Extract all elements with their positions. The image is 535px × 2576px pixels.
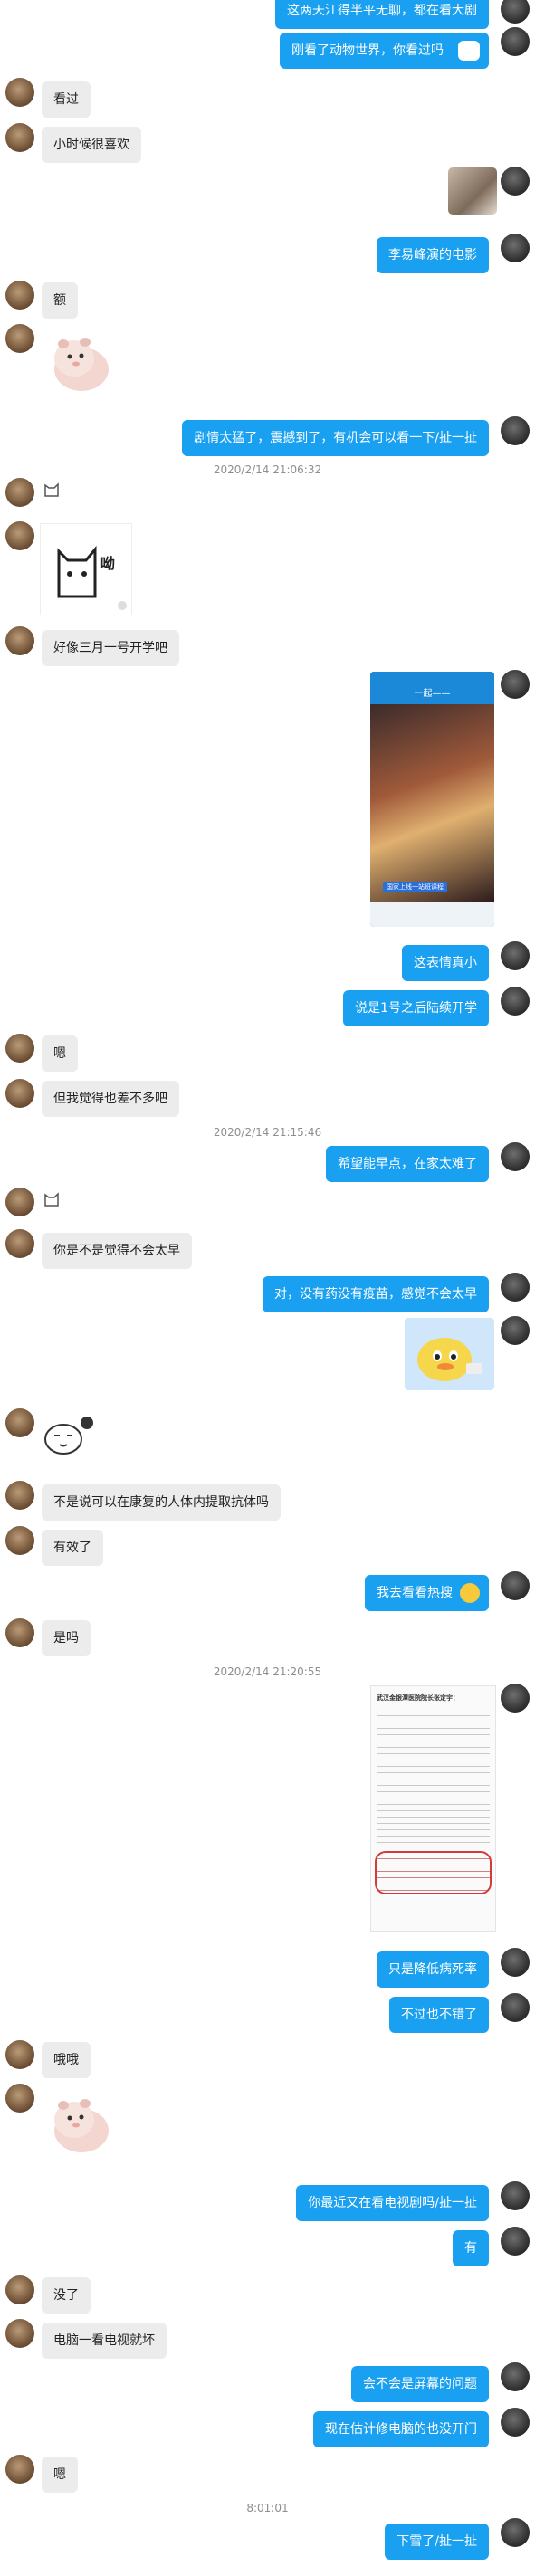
avatar-friend[interactable]: [5, 1188, 34, 1216]
avatar-self[interactable]: [501, 1571, 530, 1600]
avatar-self[interactable]: [501, 2518, 530, 2547]
face-sticker[interactable]: [42, 1410, 96, 1461]
avatar-friend[interactable]: [5, 2040, 34, 2069]
avatar-friend[interactable]: [5, 521, 34, 550]
avatar-friend[interactable]: [5, 78, 34, 107]
news-highlight: [375, 1851, 492, 1894]
avatar-friend[interactable]: [5, 626, 34, 655]
avatar-friend[interactable]: [5, 1034, 34, 1063]
message-bubble[interactable]: 嗯: [42, 1035, 78, 1072]
message-bubble[interactable]: 哦哦: [42, 2042, 91, 2078]
message-bubble[interactable]: 额: [42, 282, 78, 319]
avatar-self[interactable]: [501, 0, 530, 24]
message-bubble[interactable]: 会不会是屏幕的问题: [351, 2366, 489, 2402]
avatar-friend[interactable]: [5, 1079, 34, 1108]
avatar-self[interactable]: [501, 1993, 530, 2022]
screenshot-input-bar: [370, 902, 494, 927]
message-bubble[interactable]: 有: [453, 2230, 489, 2266]
smile-emoji-icon: [460, 1583, 480, 1603]
message-bubble[interactable]: 我去看看热搜: [365, 1575, 489, 1611]
avatar-self[interactable]: [501, 2362, 530, 2391]
hamster-sticker[interactable]: [40, 324, 118, 402]
news-screenshot[interactable]: 武汉金银潭医院院长张定宇：: [370, 1685, 496, 1932]
message-bubble[interactable]: 不是说可以在康复的人体内提取抗体吗: [42, 1484, 281, 1521]
avatar-self[interactable]: [501, 1684, 530, 1713]
avatar-friend[interactable]: [5, 478, 34, 507]
message-bubble[interactable]: 现在估计修电脑的也没开门: [313, 2411, 489, 2447]
phone-screenshot[interactable]: 一起—— 国家上线一站班课程: [370, 672, 494, 927]
avatar-friend[interactable]: [5, 1526, 34, 1555]
sticker-text: 呦: [100, 555, 116, 572]
cat-sticker[interactable]: 呦: [40, 523, 132, 615]
photo-thumbnail[interactable]: [448, 167, 497, 215]
message-bubble[interactable]: 对，没有药没有疫苗，感觉不会太早: [263, 1276, 489, 1312]
timestamp: 2020/2/14 21:06:32: [213, 463, 322, 476]
avatar-self[interactable]: [501, 670, 530, 699]
message-bubble[interactable]: 你最近又在看电视剧吗/扯一扯: [296, 2185, 489, 2221]
avatar-self[interactable]: [501, 987, 530, 1016]
message-bubble[interactable]: 下雪了/扯一扯: [385, 2524, 489, 2560]
avatar-self[interactable]: [501, 2408, 530, 2437]
avatar-self[interactable]: [501, 2181, 530, 2210]
avatar-self[interactable]: [501, 1142, 530, 1171]
avatar-self[interactable]: [501, 167, 530, 196]
message-bubble[interactable]: 电脑一看电视就坏: [42, 2323, 167, 2359]
timestamp: 2020/2/14 21:20:55: [213, 1665, 322, 1678]
screenshot-caption: 国家上线一站班课程: [383, 882, 447, 892]
message-bubble[interactable]: 你是不是觉得不会太早: [42, 1233, 192, 1269]
screenshot-illustration: [370, 704, 494, 902]
avatar-friend[interactable]: [5, 1229, 34, 1258]
message-bubble[interactable]: 希望能早点，在家太难了: [326, 1146, 489, 1182]
avatar-friend[interactable]: [5, 324, 34, 353]
avatar-friend[interactable]: [5, 2084, 34, 2113]
avatar-friend[interactable]: [5, 1408, 34, 1437]
avatar-self[interactable]: [501, 2227, 530, 2256]
avatar-friend[interactable]: [5, 281, 34, 310]
avatar-friend[interactable]: [5, 123, 34, 152]
small-cat-sticker[interactable]: [42, 480, 62, 500]
screenshot-status-bar: [370, 672, 494, 684]
message-bubble[interactable]: 只是降低病死率: [377, 1951, 489, 1988]
duck-sticker[interactable]: [405, 1318, 494, 1390]
avatar-friend[interactable]: [5, 2455, 34, 2484]
message-bubble[interactable]: 嗯: [42, 2457, 78, 2493]
message-bubble[interactable]: 看过: [42, 81, 91, 118]
avatar-self[interactable]: [501, 941, 530, 970]
message-bubble[interactable]: 但我觉得也差不多吧: [42, 1081, 179, 1117]
avatar-friend[interactable]: [5, 1618, 34, 1647]
avatar-self[interactable]: [501, 1273, 530, 1302]
avatar-self[interactable]: [501, 27, 530, 56]
avatar-self[interactable]: [501, 1948, 530, 1977]
avatar-friend[interactable]: [5, 2319, 34, 2348]
message-bubble[interactable]: 这两天江得半平无聊，都在看大剧: [275, 0, 489, 29]
hamster-sticker[interactable]: [40, 2085, 118, 2163]
message-bubble[interactable]: 刚看了动物世界，你看过吗: [280, 33, 489, 69]
message-bubble[interactable]: 有效了: [42, 1530, 103, 1566]
news-body: [377, 1710, 490, 1846]
avatar-self[interactable]: [501, 416, 530, 445]
message-bubble[interactable]: 这表情真小: [402, 945, 489, 981]
message-bubble[interactable]: 说是1号之后陆续开学: [343, 990, 489, 1026]
message-bubble[interactable]: 李易峰演的电影: [377, 237, 489, 273]
avatar-friend[interactable]: [5, 1481, 34, 1510]
cat-emoji-icon: [458, 41, 480, 61]
avatar-friend[interactable]: [5, 2275, 34, 2304]
message-bubble[interactable]: 是吗: [42, 1620, 91, 1656]
timestamp: 8:01:01: [246, 2502, 289, 2514]
message-text: 我去看看热搜: [377, 1586, 453, 1600]
avatar-self[interactable]: [501, 234, 530, 262]
avatar-self[interactable]: [501, 1316, 530, 1345]
news-headline: 武汉金银潭医院院长张定宇：: [377, 1694, 459, 1702]
message-bubble[interactable]: 好像三月一号开学吧: [42, 630, 179, 666]
screenshot-header: 一起——: [370, 684, 494, 704]
message-bubble[interactable]: 不过也不错了: [389, 1997, 489, 2033]
message-bubble[interactable]: 剧情太猛了，震撼到了，有机会可以看一下/扯一扯: [182, 420, 489, 456]
screenshot-title: 一起——: [414, 689, 451, 699]
message-bubble[interactable]: 小时候很喜欢: [42, 127, 141, 163]
message-text: 刚看了动物世界，你看过吗: [291, 43, 444, 58]
small-cat-sticker[interactable]: [42, 1189, 62, 1209]
message-bubble[interactable]: 没了: [42, 2277, 91, 2314]
timestamp: 2020/2/14 21:15:46: [213, 1126, 322, 1139]
